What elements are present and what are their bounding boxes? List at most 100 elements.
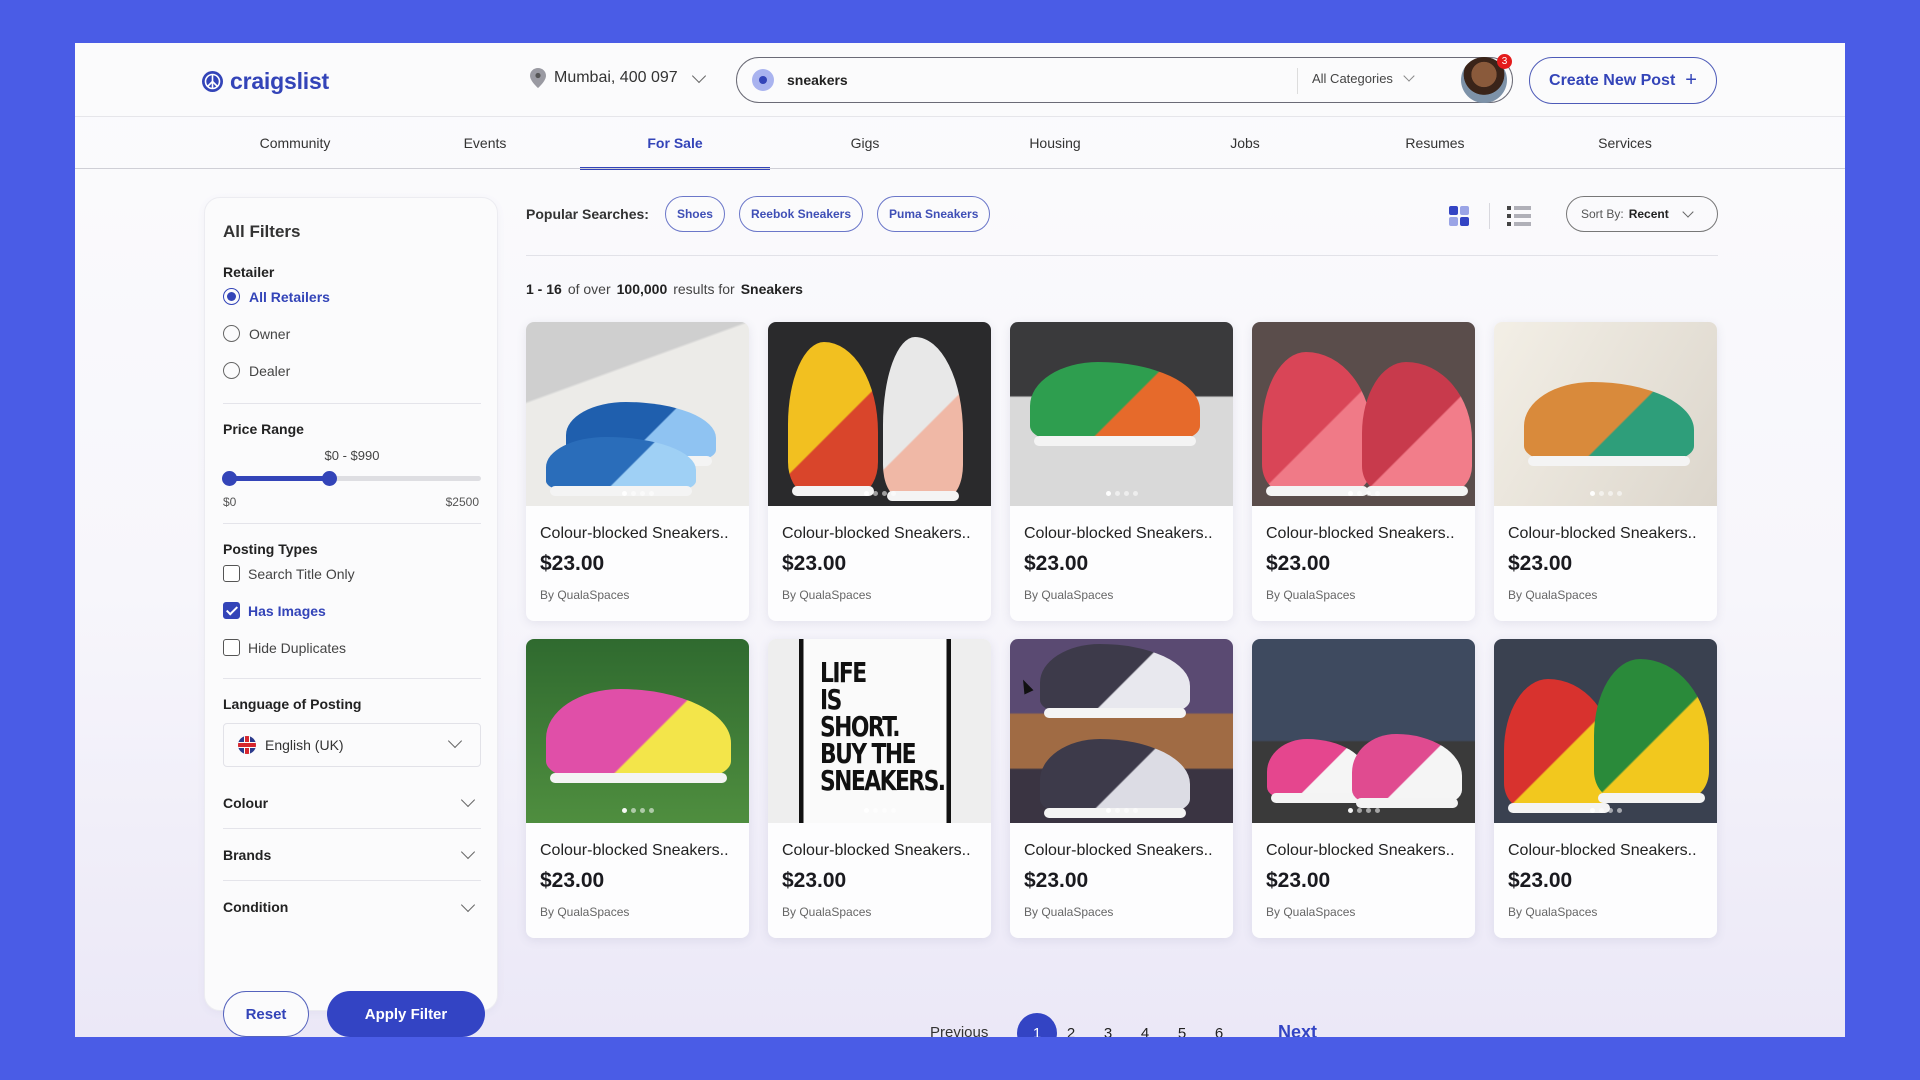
image-carousel-dots[interactable]	[1010, 491, 1233, 496]
carousel-dot[interactable]	[1616, 808, 1622, 813]
checkbox[interactable]	[223, 639, 240, 656]
carousel-dot[interactable]	[863, 808, 869, 813]
tab-jobs[interactable]: Jobs	[1150, 117, 1340, 169]
checkbox-hide-duplicates[interactable]: Hide Duplicates	[223, 639, 346, 656]
retailer-radio-dealer[interactable]: Dealer	[223, 362, 290, 379]
image-carousel-dots[interactable]	[1494, 808, 1717, 813]
reset-button[interactable]: Reset	[223, 991, 309, 1037]
anime-high-tops-image[interactable]	[1010, 639, 1233, 823]
carousel-dot[interactable]	[1123, 808, 1129, 813]
carousel-dot[interactable]	[630, 491, 636, 496]
pastel-nike-sneaker-image[interactable]	[526, 639, 749, 823]
carousel-dot[interactable]	[863, 491, 869, 496]
carousel-dot[interactable]	[1123, 491, 1129, 496]
radio-button[interactable]	[223, 288, 240, 305]
carousel-dot[interactable]	[1356, 491, 1362, 496]
listing-title[interactable]: Colour-blocked Sneakers..	[540, 842, 729, 860]
patchwork-sneaker-image[interactable]	[1494, 322, 1717, 506]
tab-for-sale[interactable]: For Sale	[580, 117, 770, 170]
carousel-dot[interactable]	[881, 491, 887, 496]
accordion-brands[interactable]: Brands	[223, 829, 481, 881]
apply-filter-button[interactable]: Apply Filter	[327, 991, 485, 1037]
user-avatar[interactable]: 3	[1461, 54, 1512, 103]
listing-card[interactable]: LIFE IS SHORT. BUY THE SNEAKERS. Colour-b…	[768, 639, 991, 938]
life-is-short-poster-image[interactable]: LIFE IS SHORT. BUY THE SNEAKERS.	[768, 639, 991, 823]
location-selector[interactable]: Mumbai, 400 097	[530, 68, 706, 88]
carousel-dot[interactable]	[1132, 491, 1138, 496]
carousel-dot[interactable]	[890, 491, 896, 496]
carousel-dot[interactable]	[621, 808, 627, 813]
image-carousel-dots[interactable]	[768, 491, 991, 496]
listing-card[interactable]: Colour-blocked Sneakers.. $23.00 By QualaS…	[526, 639, 749, 938]
tab-services[interactable]: Services	[1530, 117, 1720, 169]
pink-chunky-sneakers-image[interactable]	[1252, 639, 1475, 823]
page-2-button[interactable]: 2	[1051, 1013, 1091, 1038]
checkbox[interactable]	[223, 602, 240, 619]
listing-seller[interactable]: By QualaSpaces	[1024, 588, 1113, 602]
retailer-radio-owner[interactable]: Owner	[223, 325, 290, 342]
listing-card[interactable]: Colour-blocked Sneakers.. $23.00 By QualaS…	[768, 322, 991, 621]
carousel-dot[interactable]	[1114, 808, 1120, 813]
checkbox-has-images[interactable]: Has Images	[223, 602, 326, 619]
listing-title[interactable]: Colour-blocked Sneakers..	[1024, 525, 1213, 543]
carousel-dot[interactable]	[1132, 808, 1138, 813]
listing-seller[interactable]: By QualaSpaces	[540, 905, 629, 919]
carousel-dot[interactable]	[1589, 808, 1595, 813]
listing-seller[interactable]: By QualaSpaces	[1024, 905, 1113, 919]
popular-search-chip[interactable]: Puma Sneakers	[877, 196, 991, 232]
slider-max-handle[interactable]	[321, 471, 337, 486]
page-6-button[interactable]: 6	[1199, 1013, 1239, 1038]
tab-events[interactable]: Events	[390, 117, 580, 169]
image-carousel-dots[interactable]	[1252, 808, 1475, 813]
listing-title[interactable]: Colour-blocked Sneakers..	[1266, 842, 1455, 860]
category-dropdown[interactable]: All Categories	[1312, 70, 1415, 86]
carousel-dot[interactable]	[1356, 808, 1362, 813]
carousel-dot[interactable]	[1607, 491, 1613, 496]
listing-title[interactable]: Colour-blocked Sneakers..	[1508, 842, 1697, 860]
listing-seller[interactable]: By QualaSpaces	[1508, 588, 1597, 602]
carousel-dot[interactable]	[1347, 808, 1353, 813]
carousel-dot[interactable]	[621, 491, 627, 496]
carousel-dot[interactable]	[1374, 491, 1380, 496]
red-yellow-chunky-sneakers-image[interactable]	[1494, 639, 1717, 823]
tab-gigs[interactable]: Gigs	[770, 117, 960, 169]
listing-card[interactable]: Colour-blocked Sneakers.. $23.00 By QualaS…	[1010, 639, 1233, 938]
carousel-dot[interactable]	[1607, 808, 1613, 813]
search-icon[interactable]	[752, 69, 774, 91]
carousel-dot[interactable]	[1105, 808, 1111, 813]
listing-seller[interactable]: By QualaSpaces	[782, 588, 871, 602]
grid-view-icon[interactable]	[1449, 206, 1469, 226]
carousel-dot[interactable]	[1589, 491, 1595, 496]
carousel-dot[interactable]	[1365, 808, 1371, 813]
accordion-colour[interactable]: Colour	[223, 777, 481, 829]
red-star-sneakers-image[interactable]	[1252, 322, 1475, 506]
listing-card[interactable]: Colour-blocked Sneakers.. $23.00 By QualaS…	[1252, 322, 1475, 621]
tab-housing[interactable]: Housing	[960, 117, 1150, 169]
logo[interactable]: craigslist	[202, 68, 329, 95]
listing-card[interactable]: Colour-blocked Sneakers.. $23.00 By QualaS…	[526, 322, 749, 621]
carousel-dot[interactable]	[1365, 491, 1371, 496]
carousel-dot[interactable]	[1347, 491, 1353, 496]
checkbox[interactable]	[223, 565, 240, 582]
image-carousel-dots[interactable]	[768, 808, 991, 813]
carousel-dot[interactable]	[890, 808, 896, 813]
listing-card[interactable]: Colour-blocked Sneakers.. $23.00 By QualaS…	[1494, 322, 1717, 621]
listing-title[interactable]: Colour-blocked Sneakers..	[1508, 525, 1697, 543]
image-carousel-dots[interactable]	[1010, 808, 1233, 813]
image-carousel-dots[interactable]	[1494, 491, 1717, 496]
listing-seller[interactable]: By QualaSpaces	[1266, 588, 1355, 602]
carousel-dot[interactable]	[1616, 491, 1622, 496]
slider-min-handle[interactable]	[222, 471, 237, 486]
carousel-dot[interactable]	[881, 808, 887, 813]
listing-title[interactable]: Colour-blocked Sneakers..	[782, 525, 971, 543]
sort-dropdown[interactable]: Sort By: Recent	[1566, 196, 1718, 232]
radio-button[interactable]	[223, 325, 240, 342]
create-new-post-button[interactable]: Create New Post +	[1529, 57, 1717, 104]
page-4-button[interactable]: 4	[1125, 1013, 1165, 1038]
carousel-dot[interactable]	[1374, 808, 1380, 813]
carousel-dot[interactable]	[648, 808, 654, 813]
carousel-dot[interactable]	[872, 808, 878, 813]
listing-seller[interactable]: By QualaSpaces	[1266, 905, 1355, 919]
price-range-slider[interactable]	[222, 471, 481, 486]
popular-search-chip[interactable]: Reebok Sneakers	[738, 196, 864, 232]
